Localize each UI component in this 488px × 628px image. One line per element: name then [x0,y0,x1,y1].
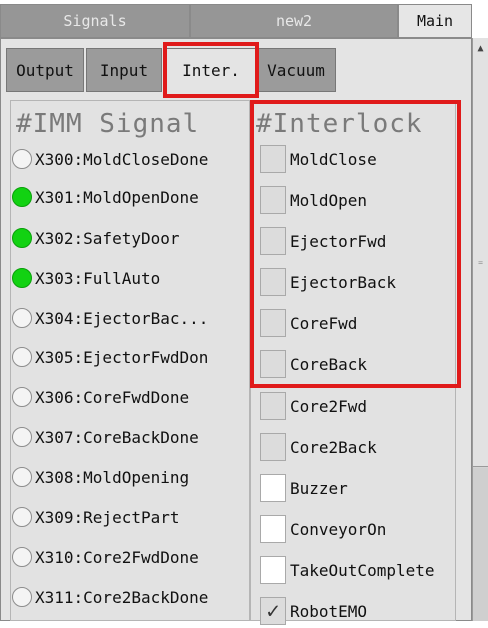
signal-led-icon [12,547,32,567]
signal-led-on-icon [12,268,32,288]
signal-label: X309:RejectPart [35,507,180,527]
interlock-label: ConveyorOn [290,519,387,539]
tab-new2[interactable]: new2 [190,4,398,38]
interlock-label: Core2Back [290,437,377,457]
interlock-label: TakeOutComplete [290,560,435,580]
signal-led-icon [12,427,32,447]
scrollbar-track[interactable] [473,468,488,621]
signal-label: X308:MoldOpening [35,467,190,487]
signal-led-icon [12,467,32,487]
signal-led-icon [12,387,32,407]
signal-label: X301:MoldOpenDone [35,187,199,207]
signal-label: X304:EjectorBac... [35,308,209,328]
signal-label: X306:CoreFwdDone [35,387,190,407]
scroll-up-arrow-icon[interactable]: ▲ [473,38,488,59]
checkbox[interactable] [260,474,286,502]
signal-led-icon [12,308,32,328]
interlock-label: Core2Fwd [290,396,368,416]
signal-label: X310:Core2FwdDone [35,547,199,567]
signal-row: X306:CoreFwdDone [11,381,189,413]
signal-row: X301:MoldOpenDone [11,181,199,213]
interlock-label: EjectorBack [290,272,396,292]
signal-row: X309:RejectPart [11,501,180,533]
signal-row: X308:MoldOpening [11,461,189,493]
interlock-item[interactable]: EjectorFwd [260,224,386,258]
signal-led-icon [12,149,32,169]
signal-led-on-icon [12,228,32,248]
checkbox[interactable] [260,227,286,255]
interlock-item[interactable]: Buzzer [260,471,348,505]
vertical-scrollbar[interactable]: ▲ = [472,38,488,621]
signal-row: X307:CoreBackDone [11,421,199,453]
checkbox[interactable] [260,392,286,420]
signal-row: X300:MoldCloseDone [11,143,208,175]
interlock-label: MoldOpen [290,190,368,210]
checkbox[interactable] [260,515,286,543]
checkbox[interactable] [260,556,286,584]
interlock-item[interactable]: Core2Back [260,430,377,464]
signal-label: X307:CoreBackDone [35,427,199,447]
signal-label: X305:EjectorFwdDon [35,347,209,367]
checkbox[interactable] [260,145,286,173]
interlock-label: RobotEMO [290,601,368,621]
subtab-input[interactable]: Input [86,48,162,92]
signal-row: X304:EjectorBac... [11,302,208,334]
signal-led-icon [12,507,32,527]
signal-led-icon [12,347,32,367]
checkbox[interactable] [260,268,286,296]
signal-label: X311:Core2BackDone [35,587,209,607]
interlock-label: EjectorFwd [290,231,387,251]
signal-label: X303:FullAuto [35,268,161,288]
checkbox[interactable] [260,186,286,214]
interlock-item[interactable]: MoldClose [260,142,377,176]
imm-signal-panel: #IMM Signal X300:MoldCloseDone X301:Mold… [10,100,250,621]
tab-signals[interactable]: Signals [0,4,190,38]
checkbox[interactable] [260,309,286,337]
subtab-vacuum[interactable]: Vacuum [256,48,336,92]
signal-row: X302:SafetyDoor [11,222,180,254]
interlock-item[interactable]: CoreFwd [260,306,357,340]
interlock-panel: #Interlock MoldClose MoldOpen EjectorFwd… [250,100,456,625]
interlock-label: MoldClose [290,149,377,169]
signal-row: X303:FullAuto [11,262,160,294]
top-tab-bar: Signals new2 Main [0,0,472,38]
checkbox[interactable] [260,350,286,378]
interlock-item[interactable]: TakeOutComplete [260,553,435,587]
interlock-item[interactable]: ConveyorOn [260,512,386,546]
checkbox[interactable] [260,433,286,461]
signal-row: X310:Core2FwdDone [11,541,199,573]
scrollbar-thumb[interactable]: = [473,58,488,467]
interlock-item[interactable]: MoldOpen [260,183,367,217]
imm-signal-title: #IMM Signal [16,109,200,139]
tab-main[interactable]: Main [398,4,472,38]
subtab-output[interactable]: Output [6,48,84,92]
interlock-item[interactable]: ✓ RobotEMO [260,594,367,628]
signal-row: X311:Core2BackDone [11,581,208,613]
signal-led-on-icon [12,187,32,207]
interlock-label: CoreFwd [290,313,358,333]
signal-label: X300:MoldCloseDone [35,149,209,169]
interlock-item[interactable]: CoreBack [260,347,367,381]
subtab-inter[interactable]: Inter. [166,48,256,92]
interlock-item[interactable]: EjectorBack [260,265,396,299]
interlock-label: CoreBack [290,354,368,374]
interlock-title: #Interlock [256,109,423,139]
signal-led-icon [12,587,32,607]
interlock-item[interactable]: Core2Fwd [260,389,367,423]
signal-row: X305:EjectorFwdDon [11,341,208,373]
signal-label: X302:SafetyDoor [35,228,180,248]
interlock-label: Buzzer [290,478,348,498]
